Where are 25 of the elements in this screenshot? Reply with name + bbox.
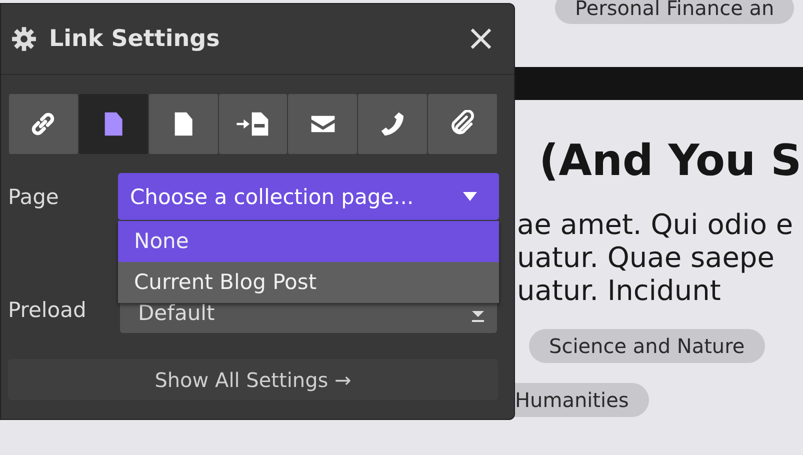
- close-button[interactable]: ×: [458, 21, 504, 57]
- field-label: Page: [7, 184, 60, 208]
- paragraph-line: uatur. Incidunt: [516, 274, 722, 307]
- link-type-tab[interactable]: [9, 94, 78, 154]
- link-type-tab[interactable]: [288, 94, 358, 154]
- panel-title: Link Settings: [49, 26, 221, 52]
- link-type-tab[interactable]: [358, 94, 428, 154]
- caret-icon: [463, 192, 477, 202]
- settings-icon: [11, 26, 37, 52]
- show-all-settings-button[interactable]: Show All Settings →: [8, 359, 498, 400]
- link-type-tab[interactable]: [218, 94, 288, 154]
- dropdown-option[interactable]: Current Blog Post: [118, 262, 499, 303]
- dropdown-option[interactable]: None: [118, 221, 499, 262]
- page-select[interactable]: Choose a collection page...: [118, 173, 499, 220]
- article-heading: (And You S: [538, 137, 803, 185]
- category-tag[interactable]: Personal Finance an: [555, 0, 794, 24]
- link-type-tab[interactable]: [148, 94, 218, 154]
- paragraph-line: ae amet. Qui odio e: [516, 208, 794, 241]
- link-type-tab[interactable]: [428, 94, 498, 154]
- link-type-tab[interactable]: [78, 94, 148, 154]
- paragraph-line: uatur. Quae saepe: [516, 241, 776, 274]
- caret-icon: [471, 311, 485, 325]
- category-tag[interactable]: Science and Nature: [529, 329, 765, 363]
- page-arrow-icon: [235, 110, 271, 138]
- field-label: Preload: [7, 298, 88, 322]
